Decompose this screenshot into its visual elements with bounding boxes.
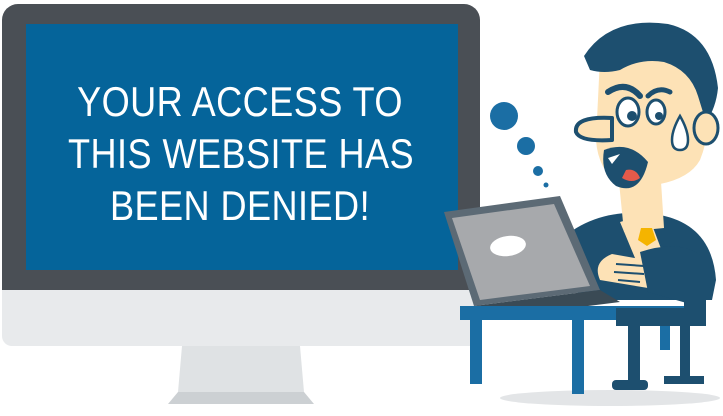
- message-line-2: THIS WEBSITE HAS: [68, 130, 415, 177]
- floor-shadow: [500, 390, 720, 406]
- desk-leg-left: [470, 320, 482, 384]
- leg: [628, 326, 640, 386]
- message-line-1: YOUR ACCESS TO: [77, 78, 403, 125]
- ear: [692, 110, 720, 146]
- monitor-stand: [178, 346, 304, 392]
- access-denied-message: YOUR ACCESS TO THIS WEBSITE HAS BEEN DEN…: [68, 76, 415, 232]
- access-denied-illustration: YOUR ACCESS TO THIS WEBSITE HAS BEEN DEN…: [0, 0, 723, 416]
- shoe: [612, 380, 648, 390]
- desk-leg-right: [572, 320, 584, 394]
- thought-bubble-icon: [490, 102, 549, 188]
- message-line-3: BEEN DENIED!: [109, 182, 371, 229]
- monitor-stand-base: [168, 392, 314, 404]
- nose: [573, 115, 614, 143]
